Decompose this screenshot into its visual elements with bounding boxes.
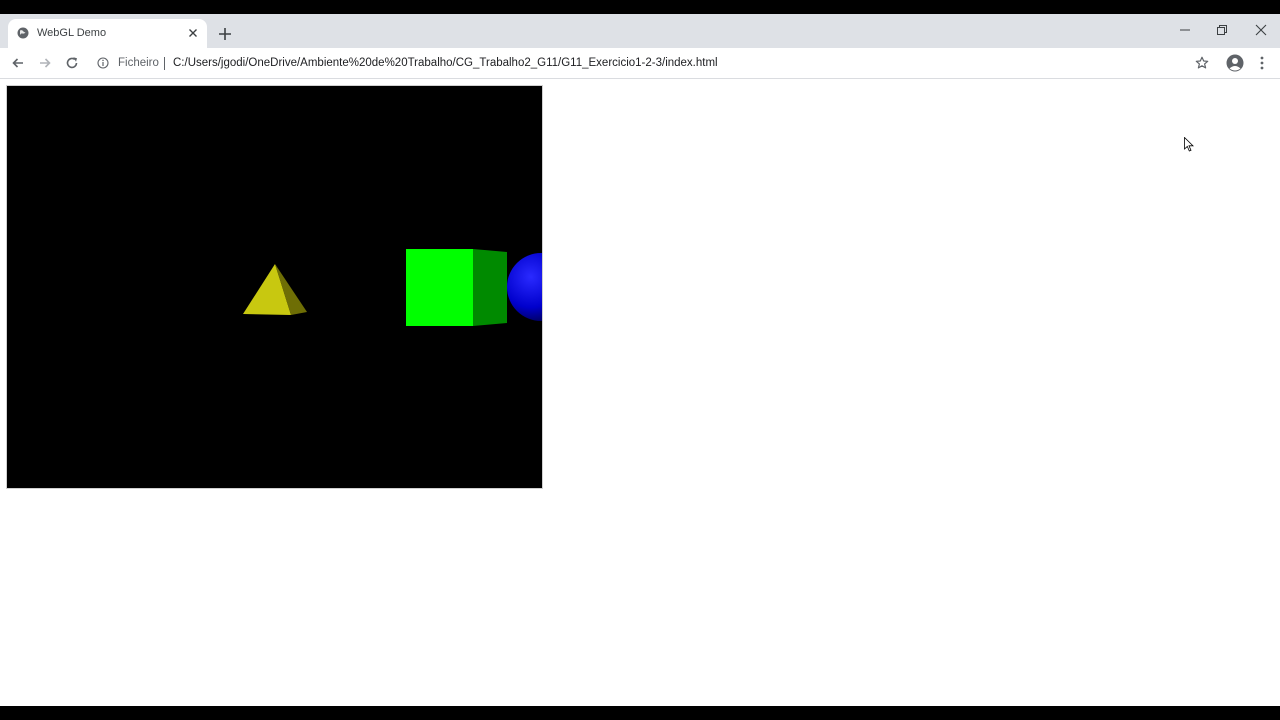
green-cube — [406, 249, 507, 326]
page-viewport — [0, 79, 1280, 706]
url-text[interactable]: C:/Users/jgodi/OneDrive/Ambiente%20de%20… — [173, 57, 718, 69]
forward-icon[interactable] — [38, 56, 52, 70]
browser-window: WebGL Demo Ficheiro C:/Users/jgodi/OneDr… — [0, 14, 1280, 706]
minimize-icon[interactable] — [1178, 23, 1192, 37]
kebab-menu-icon[interactable] — [1256, 55, 1268, 71]
restore-icon[interactable] — [1215, 23, 1229, 37]
close-icon[interactable] — [1254, 23, 1268, 37]
globe-icon — [17, 27, 29, 39]
tab-close-icon[interactable] — [187, 27, 199, 39]
bottom-black-bar — [0, 706, 1280, 720]
tab-strip: WebGL Demo — [0, 14, 1280, 48]
tab-webgl-demo[interactable]: WebGL Demo — [8, 19, 207, 48]
yellow-pyramid — [243, 264, 307, 315]
file-scheme-label: Ficheiro — [118, 57, 159, 69]
profile-icon[interactable] — [1226, 54, 1244, 72]
reload-icon[interactable] — [65, 56, 79, 70]
webgl-scene — [243, 249, 542, 326]
new-tab-icon[interactable] — [218, 27, 232, 41]
bookmark-star-icon[interactable] — [1195, 56, 1209, 70]
address-bar[interactable]: Ficheiro C:/Users/jgodi/OneDrive/Ambient… — [88, 50, 1216, 76]
toolbar: Ficheiro C:/Users/jgodi/OneDrive/Ambient… — [0, 48, 1280, 79]
webgl-canvas[interactable] — [6, 85, 543, 489]
info-icon[interactable] — [97, 57, 109, 69]
tab-title: WebGL Demo — [37, 27, 107, 39]
back-icon[interactable] — [11, 56, 25, 70]
blue-sphere — [507, 253, 542, 321]
mouse-cursor-icon — [1184, 137, 1194, 152]
top-black-bar — [0, 0, 1280, 14]
address-separator — [164, 57, 165, 70]
